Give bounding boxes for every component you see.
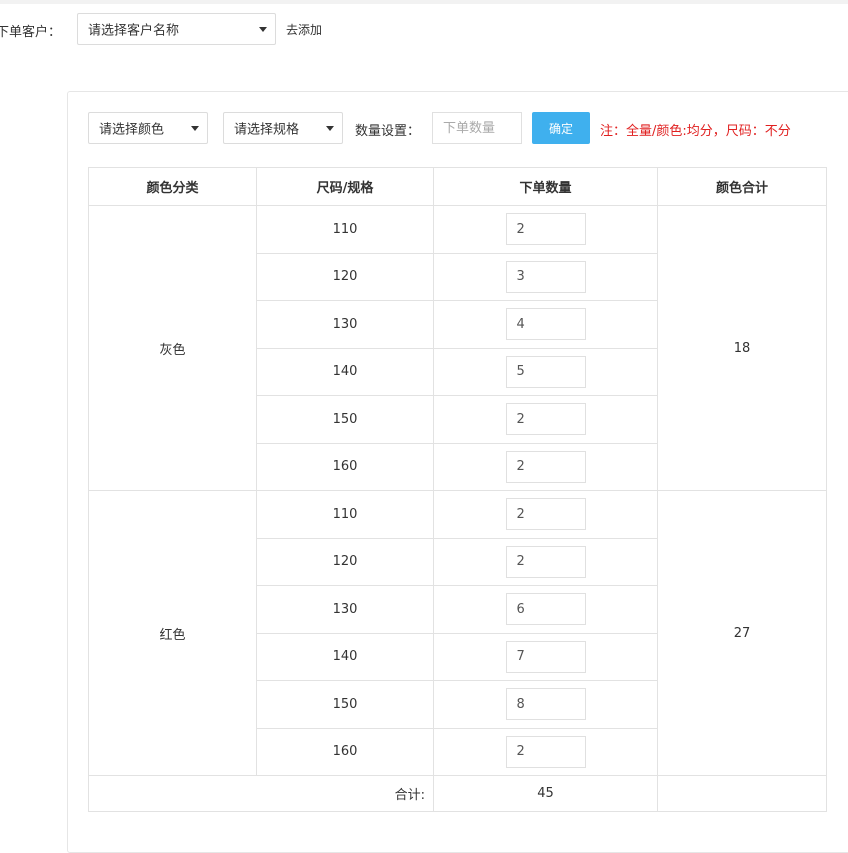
- qty-cell: [433, 490, 658, 539]
- add-customer-link[interactable]: 去添加: [286, 21, 322, 38]
- qty-cell: [433, 395, 658, 444]
- total-value: 45: [433, 775, 658, 812]
- qty-cell: [433, 252, 658, 301]
- customer-select-value: 请选择客户名称: [88, 23, 180, 39]
- spec-select-value: 请选择规格: [234, 122, 300, 138]
- quantity-field[interactable]: [505, 545, 586, 578]
- spec-select[interactable]: 请选择规格: [223, 112, 343, 144]
- distribution-note: 注：全量/颜色:均分，尺码：不分: [600, 124, 791, 139]
- quantity-field[interactable]: [505, 735, 586, 768]
- quantity-field[interactable]: [505, 498, 586, 531]
- header-color-subtotal: 颜色合计: [657, 167, 827, 206]
- size-cell: 150: [256, 680, 434, 729]
- total-row: 合计: 45: [88, 775, 827, 812]
- confirm-button[interactable]: 确定: [532, 112, 590, 144]
- quantity-field[interactable]: [505, 450, 586, 483]
- color-cell: 灰色: [88, 205, 257, 491]
- customer-label: 下单客户：: [0, 25, 62, 40]
- qty-cell: [433, 205, 658, 254]
- color-select[interactable]: 请选择颜色: [88, 112, 208, 144]
- quantity-field[interactable]: [505, 308, 586, 341]
- quantity-field[interactable]: [505, 260, 586, 293]
- size-cell: 110: [256, 490, 434, 539]
- header-size-spec: 尺码/规格: [256, 167, 434, 206]
- size-cell: 140: [256, 632, 434, 681]
- qty-cell: [433, 632, 658, 681]
- color-subtotal-cell: 27: [657, 490, 827, 776]
- size-cell: 140: [256, 347, 434, 396]
- size-cell: 120: [256, 537, 434, 586]
- color-cell: 红色: [88, 490, 257, 776]
- qty-cell: [433, 585, 658, 634]
- table-row: 红色 110 27: [88, 490, 827, 776]
- qty-cell: [433, 347, 658, 396]
- quantity-field[interactable]: [505, 688, 586, 721]
- chevron-down-icon: [326, 126, 334, 131]
- header-color-category: 颜色分类: [88, 167, 257, 206]
- size-cell: 130: [256, 300, 434, 349]
- qty-cell: [433, 300, 658, 349]
- quantity-field[interactable]: [505, 403, 586, 436]
- color-select-value: 请选择颜色: [99, 122, 165, 138]
- customer-select[interactable]: 请选择客户名称: [77, 13, 276, 45]
- qty-cell: [433, 727, 658, 776]
- header-order-quantity: 下单数量: [433, 167, 658, 206]
- size-cell: 120: [256, 252, 434, 301]
- size-cell: 160: [256, 442, 434, 491]
- table-row: 灰色 110 18: [88, 205, 827, 491]
- total-label: 合计:: [88, 775, 434, 812]
- chevron-down-icon: [259, 27, 267, 32]
- qty-cell: [433, 442, 658, 491]
- order-table: 颜色分类 尺码/规格 下单数量 颜色合计 灰色 110 18 120 130 1…: [88, 167, 827, 812]
- qty-cell: [433, 537, 658, 586]
- size-cell: 150: [256, 395, 434, 444]
- top-divider: [0, 0, 848, 4]
- quantity-setting-label: 数量设置：: [355, 124, 421, 139]
- quantity-field[interactable]: [505, 640, 586, 673]
- total-empty-cell: [657, 775, 827, 812]
- size-cell: 130: [256, 585, 434, 634]
- quantity-field[interactable]: [505, 593, 586, 626]
- chevron-down-icon: [191, 126, 199, 131]
- size-cell: 160: [256, 727, 434, 776]
- quantity-field[interactable]: [505, 213, 586, 246]
- quantity-field[interactable]: [505, 355, 586, 388]
- color-subtotal-cell: 18: [657, 205, 827, 491]
- size-cell: 110: [256, 205, 434, 254]
- qty-cell: [433, 680, 658, 729]
- quantity-input[interactable]: [432, 112, 522, 144]
- table-header-row: 颜色分类 尺码/规格 下单数量 颜色合计: [88, 167, 827, 206]
